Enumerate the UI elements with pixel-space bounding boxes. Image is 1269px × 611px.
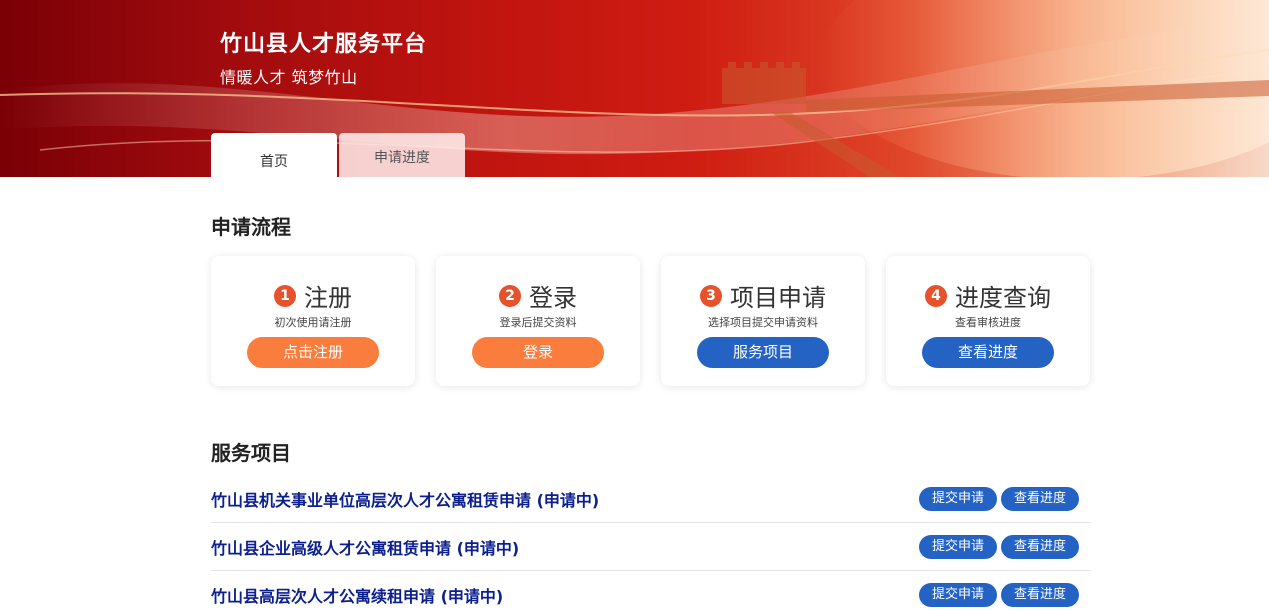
check-progress-button[interactable]: 查看进度 xyxy=(1000,534,1079,559)
banner-background-art xyxy=(0,0,1269,177)
service-item-link[interactable]: 竹山县机关事业单位高层次人才公寓租赁申请 (申请中) xyxy=(211,487,599,511)
process-section-title: 申请流程 xyxy=(211,215,291,239)
step-number-badge: 4 xyxy=(925,284,947,307)
step-title: 项目申请 xyxy=(730,284,826,312)
tab-application-progress[interactable]: 申请进度 xyxy=(339,133,465,177)
submit-application-button[interactable]: 提交申请 xyxy=(918,583,997,607)
main-tabs: 首页 申请进度 xyxy=(211,133,467,177)
step-card-register: 1 注册 初次使用请注册 点击注册 xyxy=(211,256,415,386)
step-card-login: 2 登录 登录后提交资料 登录 xyxy=(436,256,640,386)
view-progress-button[interactable]: 查看进度 xyxy=(922,337,1054,368)
step-description: 初次使用请注册 xyxy=(274,316,352,329)
login-button[interactable]: 登录 xyxy=(472,337,604,368)
step-card-progress: 4 进度查询 查看审核进度 查看进度 xyxy=(886,256,1090,386)
list-item: 竹山县机关事业单位高层次人才公寓租赁申请 (申请中) 提交申请 查看进度 xyxy=(211,475,1091,523)
step-description: 查看审核进度 xyxy=(955,316,1021,329)
site-slogan: 情暖人才 筑梦竹山 xyxy=(220,68,358,87)
step-number-badge: 3 xyxy=(700,284,722,307)
step-number-badge: 2 xyxy=(499,284,521,307)
check-progress-button[interactable]: 查看进度 xyxy=(1000,583,1079,607)
step-description: 选择项目提交申请资料 xyxy=(708,316,818,329)
step-card-apply: 3 项目申请 选择项目提交申请资料 服务项目 xyxy=(661,256,865,386)
step-title: 进度查询 xyxy=(955,284,1051,312)
process-steps: 1 注册 初次使用请注册 点击注册 2 登录 登录后提交资料 登录 3 项目申请… xyxy=(211,256,1090,386)
step-description: 登录后提交资料 xyxy=(499,316,577,329)
header-banner: 竹山县人才服务平台 情暖人才 筑梦竹山 首页 申请进度 xyxy=(0,0,1269,177)
step-title: 注册 xyxy=(304,284,352,312)
step-title: 登录 xyxy=(529,284,577,312)
services-section-title: 服务项目 xyxy=(211,441,291,465)
list-item: 竹山县高层次人才公寓续租申请 (申请中) 提交申请 查看进度 xyxy=(211,571,1091,611)
register-button[interactable]: 点击注册 xyxy=(247,337,379,368)
check-progress-button[interactable]: 查看进度 xyxy=(1000,486,1079,511)
step-number-badge: 1 xyxy=(274,284,296,307)
submit-application-button[interactable]: 提交申请 xyxy=(918,534,997,559)
tab-home[interactable]: 首页 xyxy=(211,133,337,177)
service-list: 竹山县机关事业单位高层次人才公寓租赁申请 (申请中) 提交申请 查看进度 竹山县… xyxy=(211,475,1091,611)
service-item-link[interactable]: 竹山县高层次人才公寓续租申请 (申请中) xyxy=(211,583,503,607)
service-item-link[interactable]: 竹山县企业高级人才公寓租赁申请 (申请中) xyxy=(211,535,519,559)
service-items-button[interactable]: 服务项目 xyxy=(697,337,829,368)
list-item: 竹山县企业高级人才公寓租赁申请 (申请中) 提交申请 查看进度 xyxy=(211,523,1091,571)
submit-application-button[interactable]: 提交申请 xyxy=(918,486,997,511)
site-title: 竹山县人才服务平台 xyxy=(220,32,428,57)
